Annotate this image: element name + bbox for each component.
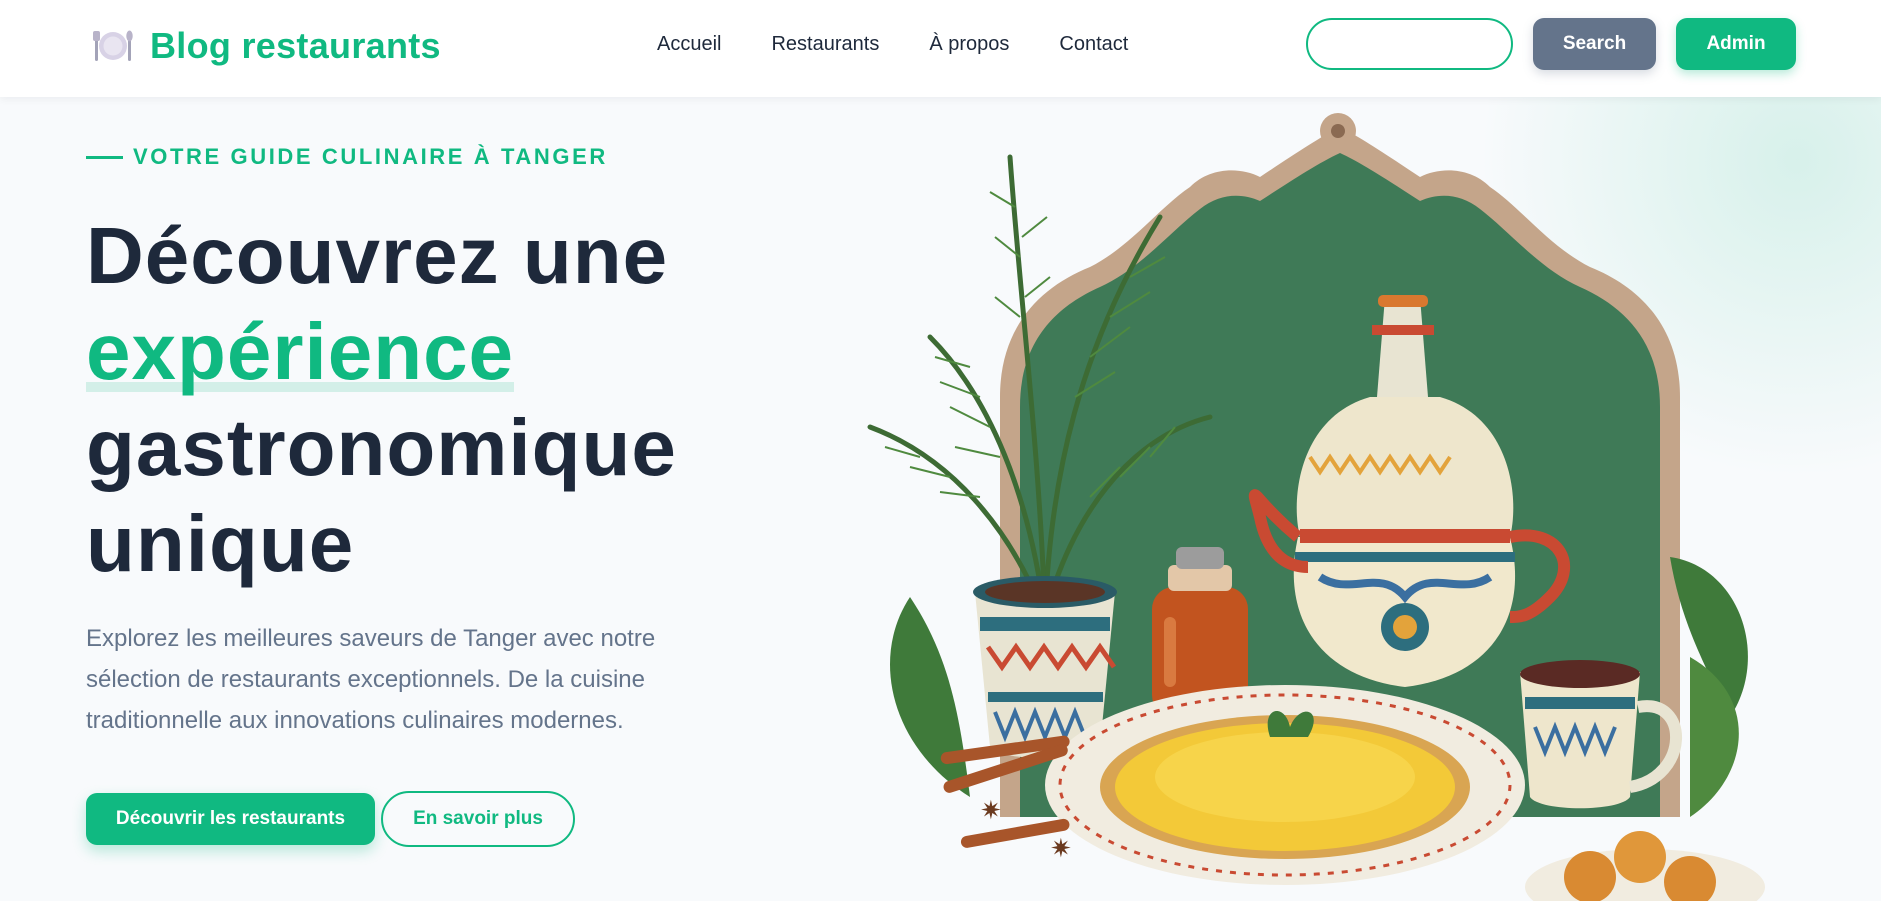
eyebrow-line (86, 155, 123, 159)
admin-button[interactable]: Admin (1676, 18, 1796, 70)
hero-title: Découvrez une expérience gastronomique u… (86, 208, 806, 592)
nav-item-accueil[interactable]: Accueil (657, 30, 721, 58)
hero-title-line-3: gastronomique (86, 403, 677, 492)
search-input[interactable] (1306, 18, 1513, 70)
discover-restaurants-button[interactable]: Découvrir les restaurants (86, 793, 375, 845)
nav-item-restaurants[interactable]: Restaurants (771, 30, 879, 58)
brand-name: Blog restaurants (150, 25, 441, 66)
eyebrow-text: VOTRE GUIDE CULINAIRE À TANGER (133, 144, 608, 169)
main-nav: Accueil Restaurants À propos Contact (657, 30, 1178, 58)
hero-title-line-1: Découvrez une (86, 211, 669, 300)
search-button[interactable]: Search (1533, 18, 1656, 70)
top-navbar: Blog restaurants Accueil Restaurants À p… (0, 0, 1881, 97)
brand-logo[interactable]: Blog restaurants (92, 24, 441, 68)
hero-eyebrow: VOTRE GUIDE CULINAIRE À TANGER (86, 144, 608, 170)
hero-title-accent: expérience (86, 304, 515, 400)
hero-title-line-4: unique (86, 499, 355, 588)
moroccan-tea-couscous-illustration: ✷ ✷ (867, 113, 1765, 901)
nav-item-contact[interactable]: Contact (1059, 30, 1128, 58)
plate-cutlery-icon (93, 30, 133, 61)
learn-more-button[interactable]: En savoir plus (381, 791, 575, 847)
hero-description: Explorez les meilleures saveurs de Tange… (86, 625, 656, 734)
svg-text:✷: ✷ (980, 796, 1002, 826)
nav-item-a-propos[interactable]: À propos (929, 30, 1009, 58)
svg-text:✷: ✷ (1050, 834, 1072, 864)
